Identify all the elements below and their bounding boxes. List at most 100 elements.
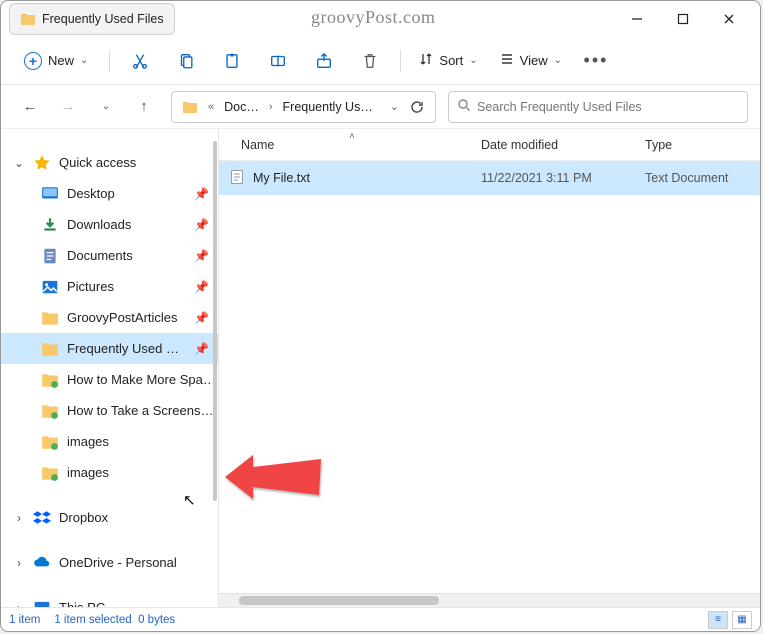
up-button[interactable]: ↑ [127,90,161,124]
back-button[interactable]: ← [13,90,47,124]
sidebar-onedrive[interactable]: › OneDrive - Personal [1,547,218,578]
sort-button[interactable]: Sort ⌄ [411,42,485,80]
chevron-right-icon[interactable]: › [13,601,25,608]
sidebar-item-howto2[interactable]: How to Take a Screenshot on [1,395,218,426]
window-tab[interactable]: Frequently Used Files [9,3,175,35]
forward-button[interactable]: → [51,90,85,124]
sidebar-item-images1[interactable]: images [1,426,218,457]
sidebar-item-label: GroovyPostArticles [67,310,186,325]
breadcrumb-seg[interactable]: Doc… [218,100,265,114]
more-button[interactable]: ••• [576,41,616,81]
sort-icon [419,52,433,69]
chevron-down-icon: ⌄ [554,55,562,66]
cloud-icon [33,554,51,572]
sidebar-item-images2[interactable]: images [1,457,218,488]
view-button-toolbar[interactable]: View ⌄ [492,42,570,80]
body: ⌄ Quick access Desktop 📌 Downloads 📌 Doc… [1,129,760,607]
sidebar-item-documents[interactable]: Documents 📌 [1,240,218,271]
chevron-down-icon: ⌄ [80,55,88,66]
folder-icon [41,433,59,451]
recent-button[interactable]: ⌄ [89,90,123,124]
address-bar[interactable]: « Doc… › Frequently Us… ⌄ [171,91,436,123]
share-button[interactable] [304,41,344,81]
monitor-icon [33,599,51,608]
separator [109,50,110,72]
details-view-button[interactable]: ≡ [708,611,728,629]
sort-indicator-icon: ˄ [349,131,355,142]
chevron-collapse-icon[interactable]: « [204,101,218,113]
pictures-icon [41,278,59,296]
breadcrumb-seg[interactable]: Frequently Us… [277,100,379,114]
nav-row: ← → ⌄ ↑ « Doc… › Frequently Us… ⌄ Search… [1,85,760,129]
close-button[interactable] [706,3,752,35]
horizontal-scrollbar[interactable] [219,593,760,607]
sidebar-item-label: Downloads [67,217,186,232]
sidebar-quick-access[interactable]: ⌄ Quick access [1,147,218,178]
maximize-button[interactable] [660,3,706,35]
sidebar-item-pictures[interactable]: Pictures 📌 [1,271,218,302]
window-title: Frequently Used Files [42,12,164,26]
sidebar-item-downloads[interactable]: Downloads 📌 [1,209,218,240]
pin-icon: 📌 [194,249,212,263]
new-button[interactable]: + New ⌄ [13,45,99,77]
chevron-down-icon[interactable]: ⌄ [386,100,403,113]
document-icon [41,247,59,265]
scrollbar-thumb[interactable] [213,141,217,501]
folder-icon [176,99,204,115]
folder-icon [41,340,59,358]
pin-icon: 📌 [194,342,212,356]
column-header-type[interactable]: Type [633,138,760,152]
sort-label: Sort [439,53,463,68]
download-icon [41,216,59,234]
sidebar-item-desktop[interactable]: Desktop 📌 [1,178,218,209]
search-input[interactable]: Search Frequently Used Files [448,91,748,123]
title-bar: Frequently Used Files [1,1,760,37]
sidebar-item-label: Pictures [67,279,186,294]
toolbar: + New ⌄ Sort ⌄ View ⌄ ••• [1,37,760,85]
cut-button[interactable] [120,41,160,81]
sidebar-item-frequently-used[interactable]: Frequently Used Files 📌 [1,333,218,364]
thumbnails-view-button[interactable]: ▦ [732,611,752,629]
desktop-icon [41,185,59,203]
dropbox-icon [33,509,51,527]
view-label: View [520,53,548,68]
chevron-down-icon[interactable]: ⌄ [13,156,25,170]
paste-button[interactable] [212,41,252,81]
folder-icon [41,464,59,482]
minimize-button[interactable] [614,3,660,35]
star-icon [33,154,51,172]
file-type: Text Document [633,171,760,185]
sidebar-dropbox[interactable]: › Dropbox [1,502,218,533]
view-icon [500,52,514,69]
scrollbar-thumb[interactable] [239,596,439,605]
column-header-row: ˄ Name Date modified Type [219,129,760,161]
file-row[interactable]: My File.txt 11/22/2021 3:11 PM Text Docu… [219,161,760,195]
sidebar-item-howto1[interactable]: How to Make More Space Av [1,364,218,395]
rename-button[interactable] [258,41,298,81]
sidebar-item-label: Desktop [67,186,186,201]
file-date: 11/22/2021 3:11 PM [469,171,633,185]
status-item-count: 1 item [9,614,40,626]
status-bar: 1 item 1 item selected 0 bytes ≡ ▦ [1,607,760,631]
chevron-right-icon[interactable]: › [13,511,25,525]
chevron-right-icon: › [265,101,277,113]
file-explorer-window: Frequently Used Files groovyPost.com + N… [0,0,761,632]
pin-icon: 📌 [194,280,212,294]
separator [400,50,401,72]
sidebar-item-groovypost[interactable]: GroovyPostArticles 📌 [1,302,218,333]
column-header-name[interactable]: Name [219,138,469,152]
refresh-button[interactable] [403,100,431,114]
sidebar-item-label: How to Make More Space Av [67,372,218,387]
sidebar-item-label: This PC [59,600,218,607]
sidebar-thispc[interactable]: › This PC [1,592,218,607]
chevron-right-icon[interactable]: › [13,556,25,570]
nav-pane: ⌄ Quick access Desktop 📌 Downloads 📌 Doc… [1,129,219,607]
sidebar-item-label: How to Take a Screenshot on [67,403,218,418]
folder-icon [41,371,59,389]
status-selected: 1 item selected 0 bytes [54,614,175,626]
folder-icon [41,309,59,327]
copy-button[interactable] [166,41,206,81]
column-header-date[interactable]: Date modified [469,138,633,152]
sidebar-item-label: images [67,434,218,449]
delete-button[interactable] [350,41,390,81]
